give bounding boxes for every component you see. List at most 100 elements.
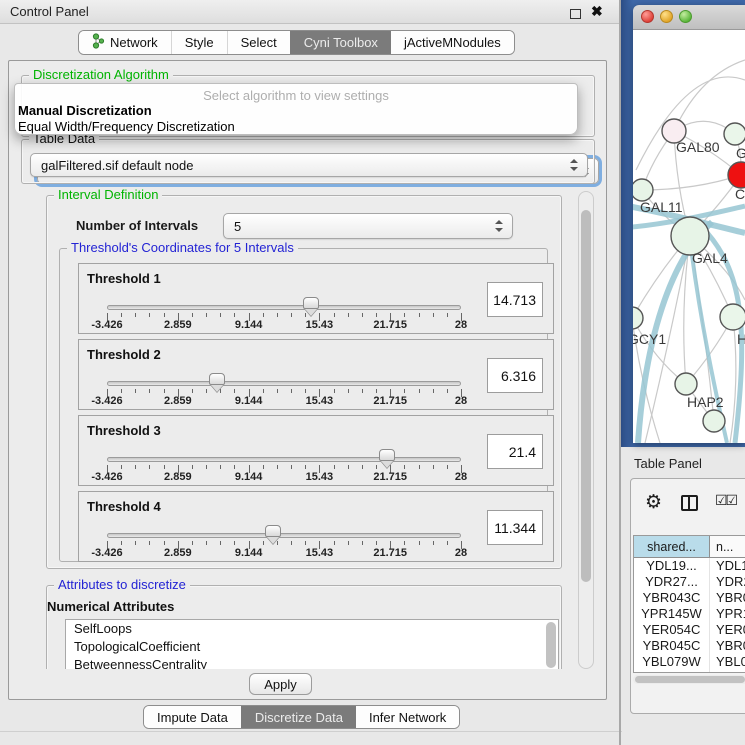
tick-mark (192, 465, 193, 469)
tab-cyni-toolbox[interactable]: Cyni Toolbox (290, 31, 391, 54)
apply-button[interactable]: Apply (249, 673, 312, 695)
table-row[interactable]: YBR043CYBR04 (634, 590, 745, 606)
name-cell[interactable]: YDL19 (710, 558, 745, 574)
network-node[interactable] (675, 373, 697, 395)
table-row[interactable]: YER054CYER05 (634, 622, 745, 638)
panel-scrollbar-thumb[interactable] (581, 210, 591, 582)
tab-label: Select (241, 35, 277, 50)
dropdown-option[interactable]: Manual Discretization (18, 103, 152, 118)
network-node[interactable] (633, 179, 653, 201)
table-row[interactable]: YDR27...YDR27 (634, 574, 745, 590)
threshold-value-field[interactable]: 14.713 (487, 282, 543, 317)
table-row[interactable]: YDL19...YDL19 (634, 558, 745, 574)
tab-label: Cyni Toolbox (304, 35, 378, 50)
slider-track[interactable] (107, 381, 461, 386)
name-cell[interactable]: YDR27 (710, 574, 745, 590)
shared-name-cell[interactable]: YDL19... (634, 558, 710, 574)
name-cell[interactable]: YER05 (710, 622, 745, 638)
network-node[interactable] (720, 304, 745, 330)
threshold-value-field[interactable]: 6.316 (487, 358, 543, 393)
tick-mark (348, 389, 349, 393)
tick-mark (404, 313, 405, 317)
attribute-item[interactable]: SelfLoops (66, 620, 558, 638)
interval-definition-group: Interval Definition Number of Intervals … (46, 195, 562, 569)
tick-mark (447, 389, 448, 393)
shared-name-cell[interactable]: YPR145W (634, 606, 710, 622)
tick-label: -3.426 (79, 471, 135, 483)
table-data-combo[interactable]: galFiltered.sif default node (30, 153, 588, 177)
float-panel-icon[interactable] (570, 9, 581, 19)
tick-mark (334, 541, 335, 545)
network-node[interactable] (633, 307, 643, 329)
zoom-traffic-light-icon[interactable] (679, 10, 692, 23)
control-panel-titlebar: Control Panel ✖ (0, 0, 622, 24)
table-hscrollbar-thumb[interactable] (635, 676, 745, 683)
network-canvas[interactable]: GAL80GACGAL11GAL4GCY1HHAP2 (633, 30, 745, 443)
threshold-value-field[interactable]: 21.4 (487, 434, 543, 469)
tab-infer-network[interactable]: Infer Network (356, 706, 459, 728)
threshold-label: Threshold 1 (87, 271, 161, 286)
slider-thumb[interactable] (209, 373, 225, 385)
gear-icon[interactable]: ⚙ (645, 491, 662, 513)
tick-mark (164, 389, 165, 393)
table-row[interactable]: YBR045CYBR04 (634, 638, 745, 654)
table-row[interactable]: YPR145WYPR14 (634, 606, 745, 622)
slider-track[interactable] (107, 305, 461, 310)
tab-discretize-data[interactable]: Discretize Data (241, 706, 356, 728)
network-node[interactable] (724, 123, 745, 145)
shared-name-cell[interactable]: YLR345W (634, 670, 710, 673)
node-label: GA (736, 145, 745, 161)
table-hscrollbar-track[interactable] (633, 675, 745, 684)
algorithm-dropdown-popup: Select algorithm to view settings Manual… (14, 83, 578, 135)
column-header-name[interactable]: n... (710, 536, 745, 557)
shared-name-cell[interactable]: YER054C (634, 622, 710, 638)
slider-track[interactable] (107, 533, 461, 538)
slider-track[interactable] (107, 457, 461, 462)
table-row[interactable]: YLR345WYLR34 (634, 670, 745, 673)
name-cell[interactable]: YBL07 (710, 654, 745, 670)
shared-name-cell[interactable]: YBL079W (634, 654, 710, 670)
minimize-traffic-light-icon[interactable] (660, 10, 673, 23)
network-edge[interactable] (642, 175, 741, 190)
name-cell[interactable]: YPR14 (710, 606, 745, 622)
attribute-item[interactable]: TopologicalCoefficient (66, 638, 558, 656)
network-node[interactable] (703, 410, 725, 432)
tick-mark (376, 541, 377, 545)
slider-thumb[interactable] (303, 297, 319, 309)
checkbox-columns-icon[interactable]: ☑☑ (715, 493, 736, 509)
close-icon[interactable]: ✖ (591, 3, 603, 20)
threshold-value-field[interactable]: 11.344 (487, 510, 543, 545)
node-table[interactable]: shared... n... YDL19...YDL19YDR27...YDR2… (633, 535, 745, 673)
tab-impute-data[interactable]: Impute Data (144, 706, 241, 728)
numerical-attributes-list[interactable]: SelfLoopsTopologicalCoefficientBetweenne… (65, 619, 559, 669)
slider-thumb[interactable] (379, 449, 395, 461)
attribute-item[interactable]: BetweennessCentrality (66, 656, 558, 669)
name-cell[interactable]: YBR04 (710, 638, 745, 654)
list-scrollbar[interactable] (546, 622, 556, 668)
num-intervals-combo[interactable]: 5 (223, 213, 513, 239)
network-edge[interactable] (674, 60, 745, 131)
shared-name-cell[interactable]: YBR045C (634, 638, 710, 654)
tab-style[interactable]: Style (171, 31, 227, 54)
num-intervals-value: 5 (234, 219, 241, 234)
close-traffic-light-icon[interactable] (641, 10, 654, 23)
panel-scrollbar-track[interactable] (578, 191, 594, 669)
name-cell[interactable]: YLR34 (710, 670, 745, 673)
dropdown-option[interactable]: Equal Width/Frequency Discretization (18, 119, 235, 134)
tick-mark (164, 541, 165, 545)
top-tab-bar: NetworkStyle Select Cyni Toolbox jActiveMNo… (78, 30, 515, 55)
threshold-box: Threshold 1-3.4262.8599.14415.4321.71528… (78, 263, 554, 334)
panel-title: Control Panel (10, 4, 89, 19)
tab-select[interactable]: Select (227, 31, 290, 54)
split-view-icon[interactable] (681, 495, 698, 511)
network-edge[interactable] (633, 318, 686, 384)
slider-thumb[interactable] (265, 525, 281, 537)
tick-mark (192, 389, 193, 393)
table-row[interactable]: YBL079WYBL07 (634, 654, 745, 670)
tab-jactivemnodules[interactable]: jActiveMNodules (391, 31, 514, 54)
tab-network[interactable]: Network (79, 31, 171, 54)
column-header-shared-name[interactable]: shared... (634, 536, 710, 557)
name-cell[interactable]: YBR04 (710, 590, 745, 606)
shared-name-cell[interactable]: YDR27... (634, 574, 710, 590)
shared-name-cell[interactable]: YBR043C (634, 590, 710, 606)
